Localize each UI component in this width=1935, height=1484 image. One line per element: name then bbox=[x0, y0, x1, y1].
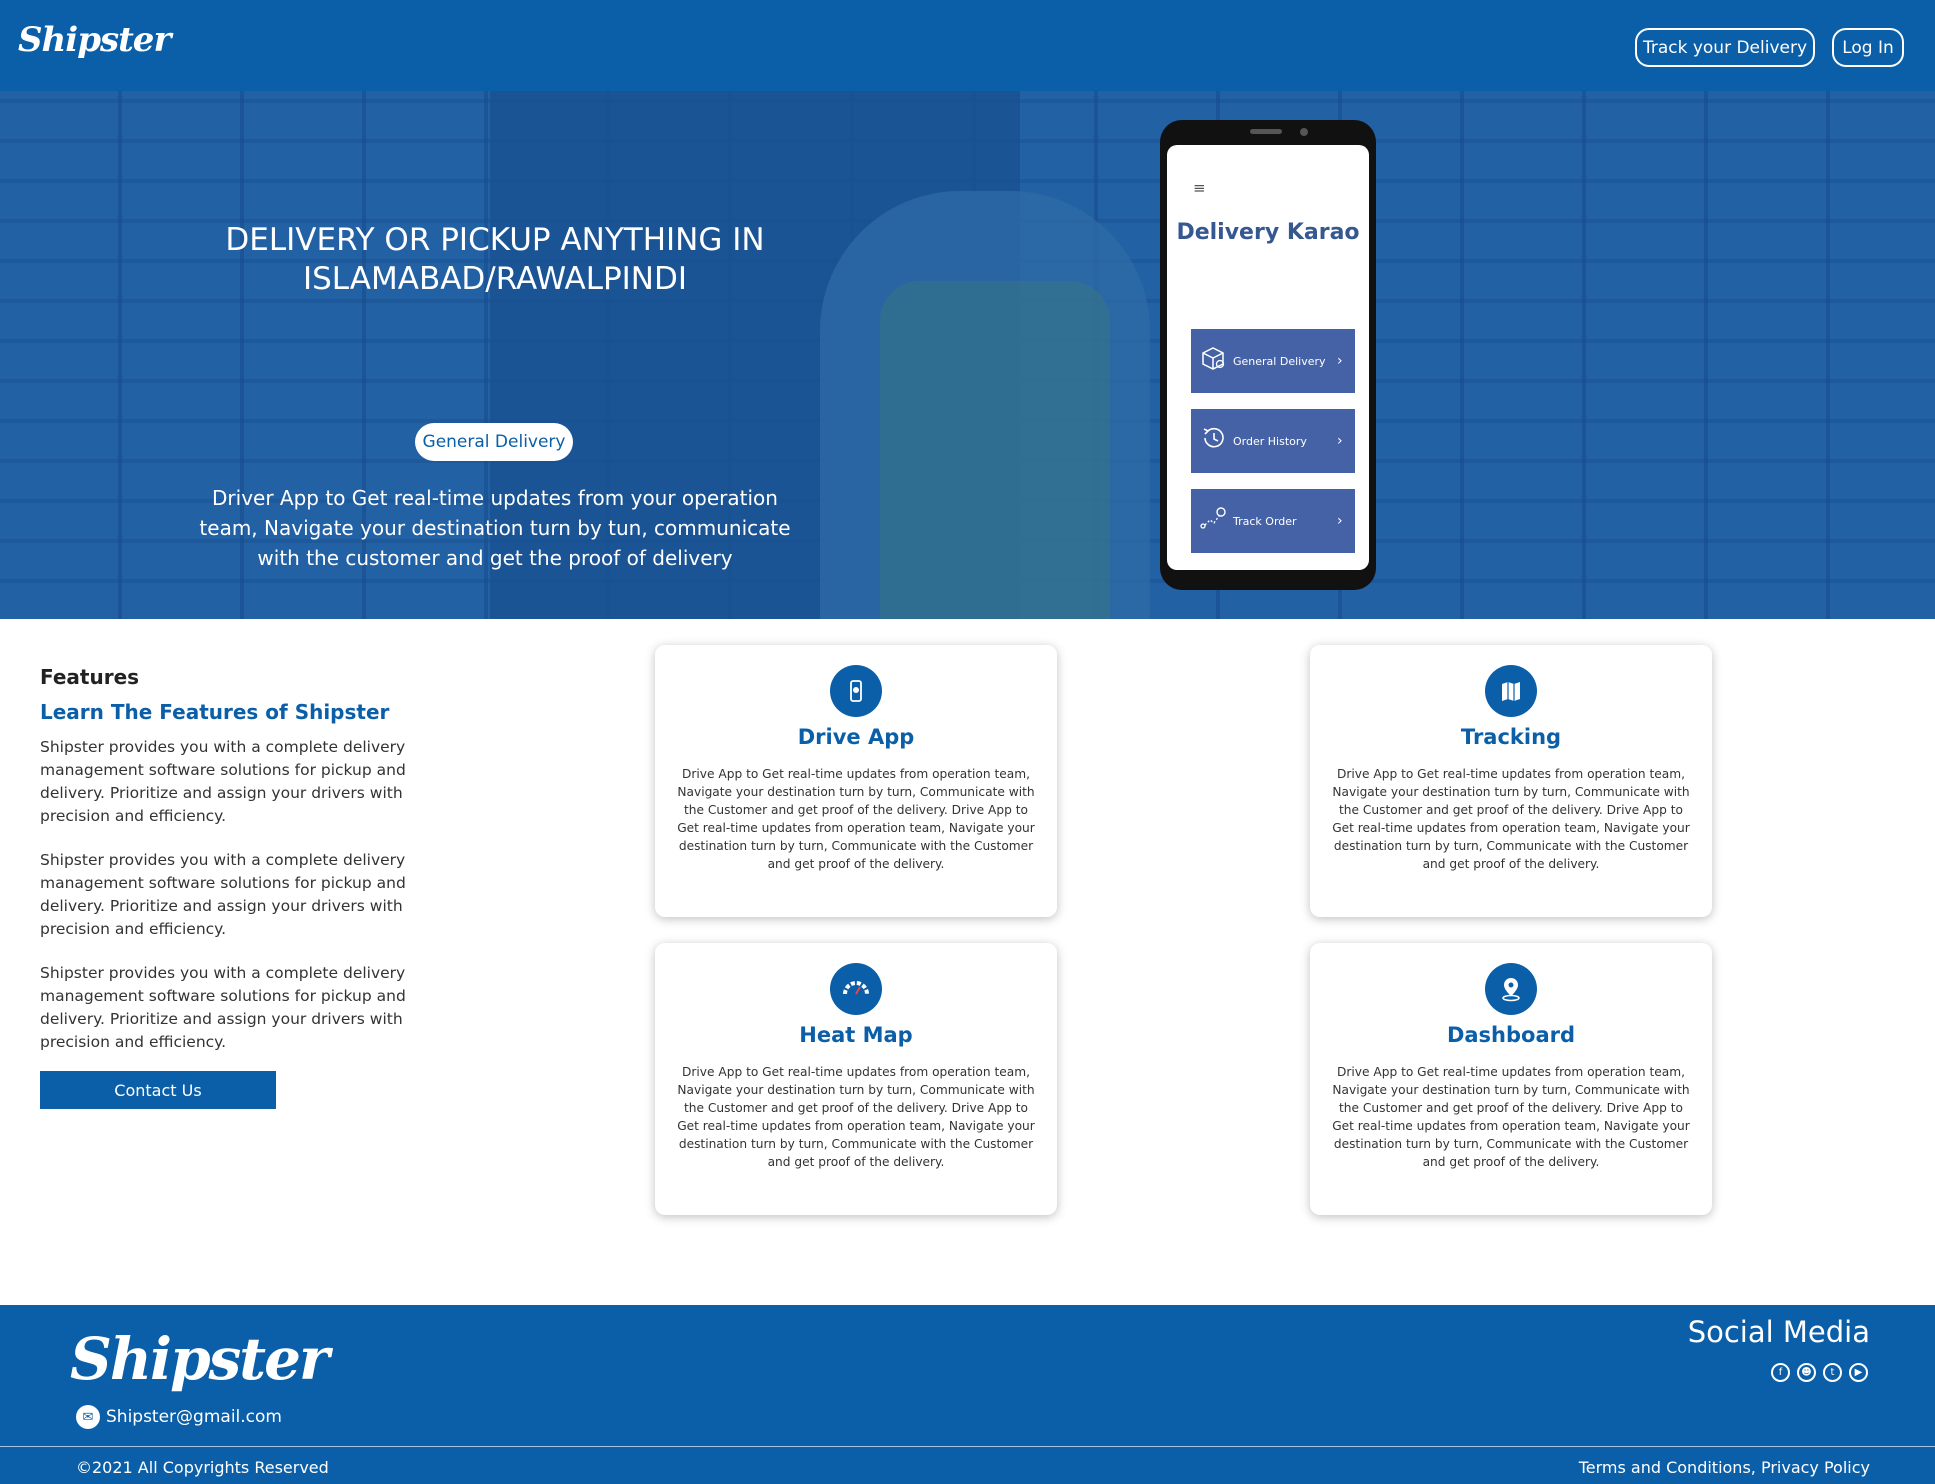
track-delivery-button[interactable]: Track your Delivery bbox=[1635, 28, 1815, 67]
feature-card-title: Drive App bbox=[797, 725, 915, 749]
feature-card-title: Tracking bbox=[1460, 725, 1562, 749]
route-icon bbox=[1199, 506, 1233, 536]
features-heading: Features bbox=[40, 665, 140, 689]
phone-button-label: Order History bbox=[1233, 434, 1307, 448]
feature-card-text: Drive App to Get real-time updates from … bbox=[1332, 767, 1690, 871]
social-media-heading: Social Media bbox=[1687, 1315, 1870, 1349]
login-button[interactable]: Log In bbox=[1832, 28, 1904, 67]
brand-logo[interactable]: Shipster bbox=[18, 20, 171, 60]
hero-title: DELIVERY OR PICKUP ANYTHING IN ISLAMABAD… bbox=[225, 222, 765, 297]
feature-card-drive-app: Drive App Drive App to Get real-time upd… bbox=[655, 645, 1057, 917]
copyright-text: ©2021 All Copyrights Reserved bbox=[76, 1458, 329, 1477]
general-delivery-button[interactable]: General Delivery bbox=[415, 423, 573, 461]
map-icon bbox=[1485, 665, 1537, 717]
terms-privacy-link[interactable]: Terms and Conditions, Privacy Policy bbox=[1579, 1458, 1870, 1477]
contact-us-button[interactable]: Contact Us bbox=[40, 1071, 276, 1109]
phone-speaker bbox=[1250, 129, 1282, 134]
features-paragraph: Shipster provides you with a complete de… bbox=[40, 851, 406, 938]
footer-brand-logo[interactable]: Shipster bbox=[70, 1325, 330, 1393]
feature-card-title: Dashboard bbox=[1446, 1023, 1576, 1047]
phone-icon bbox=[830, 665, 882, 717]
feature-card-text: Drive App to Get real-time updates from … bbox=[677, 767, 1035, 871]
gauge-icon bbox=[830, 963, 882, 1015]
footer-email-text: Shipster@gmail.com bbox=[106, 1407, 282, 1427]
chevron-right-icon: › bbox=[1337, 353, 1343, 369]
hero-description: Driver App to Get real-time updates from… bbox=[199, 486, 791, 570]
feature-card-tracking: Tracking Drive App to Get real-time upda… bbox=[1310, 645, 1712, 917]
phone-general-delivery-button[interactable]: General Delivery › bbox=[1191, 329, 1355, 393]
facebook-icon[interactable]: f bbox=[1771, 1363, 1790, 1382]
feature-card-text: Drive App to Get real-time updates from … bbox=[1332, 1065, 1690, 1169]
features-paragraph: Shipster provides you with a complete de… bbox=[40, 738, 406, 825]
footer-divider bbox=[0, 1446, 1935, 1447]
location-pin-icon bbox=[1485, 963, 1537, 1015]
mail-icon: ✉ bbox=[76, 1405, 100, 1429]
phone-screen: ≡ Delivery Karao General Delivery › Orde… bbox=[1167, 145, 1369, 570]
feature-card-text: Drive App to Get real-time updates from … bbox=[677, 1065, 1035, 1169]
chevron-right-icon: › bbox=[1337, 433, 1343, 449]
phone-order-history-button[interactable]: Order History › bbox=[1191, 409, 1355, 473]
phone-track-order-button[interactable]: Track Order › bbox=[1191, 489, 1355, 553]
feature-card-heat-map: Heat Map Drive App to Get real-time upda… bbox=[655, 943, 1057, 1215]
box-icon bbox=[1199, 346, 1233, 376]
social-icons: f ☻ t ▶ bbox=[1771, 1363, 1868, 1382]
hero-section: DELIVERY OR PICKUP ANYTHING IN ISLAMABAD… bbox=[0, 91, 1935, 619]
hamburger-menu-icon[interactable]: ≡ bbox=[1193, 179, 1206, 197]
top-navbar: Shipster Track your Delivery Log In bbox=[0, 0, 1935, 91]
reddit-icon[interactable]: ☻ bbox=[1797, 1363, 1816, 1382]
feature-card-title: Heat Map bbox=[799, 1023, 913, 1047]
history-icon bbox=[1199, 426, 1233, 456]
feature-card-dashboard: Dashboard Drive App to Get real-time upd… bbox=[1310, 943, 1712, 1215]
phone-app-title: Delivery Karao bbox=[1176, 220, 1360, 245]
features-subheading: Learn The Features of Shipster bbox=[40, 700, 390, 724]
phone-button-label: Track Order bbox=[1233, 514, 1297, 528]
features-paragraph: Shipster provides you with a complete de… bbox=[40, 964, 406, 1051]
twitter-icon[interactable]: t bbox=[1823, 1363, 1842, 1382]
phone-button-label: General Delivery bbox=[1233, 354, 1326, 368]
footer-email[interactable]: ✉ Shipster@gmail.com bbox=[76, 1405, 282, 1429]
chevron-right-icon: › bbox=[1337, 513, 1343, 529]
phone-camera bbox=[1300, 128, 1308, 136]
phone-mockup: ≡ Delivery Karao General Delivery › Orde… bbox=[1160, 120, 1376, 590]
footer: Shipster ✉ Shipster@gmail.com Social Med… bbox=[0, 1305, 1935, 1484]
youtube-icon[interactable]: ▶ bbox=[1849, 1363, 1868, 1382]
